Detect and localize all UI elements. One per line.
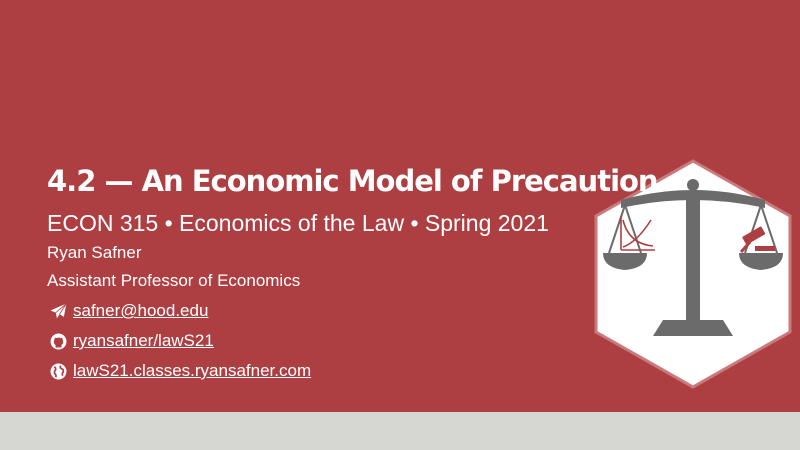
title-slide: 4.2 — An Economic Model of Precaution EC… bbox=[0, 0, 800, 412]
author-name: Ryan Safner bbox=[47, 243, 142, 262]
globe-icon bbox=[50, 363, 67, 379]
paper-plane-icon bbox=[50, 302, 67, 318]
contact-website: lawS21.classes.ryansafner.com bbox=[50, 361, 311, 381]
footer-bar bbox=[0, 412, 800, 450]
course-subtitle: ECON 315 • Economics of the Law • Spring… bbox=[47, 210, 549, 236]
website-link[interactable]: lawS21.classes.ryansafner.com bbox=[73, 361, 311, 381]
contact-email: safner@hood.edu bbox=[50, 301, 208, 321]
author-position: Assistant Professor of Economics bbox=[47, 271, 301, 290]
contact-github: ryansafner/lawS21 bbox=[50, 331, 214, 351]
page-title: 4.2 — An Economic Model of Precaution bbox=[47, 164, 659, 198]
github-icon bbox=[50, 333, 67, 349]
github-link[interactable]: ryansafner/lawS21 bbox=[73, 331, 214, 351]
email-link[interactable]: safner@hood.edu bbox=[73, 301, 208, 321]
